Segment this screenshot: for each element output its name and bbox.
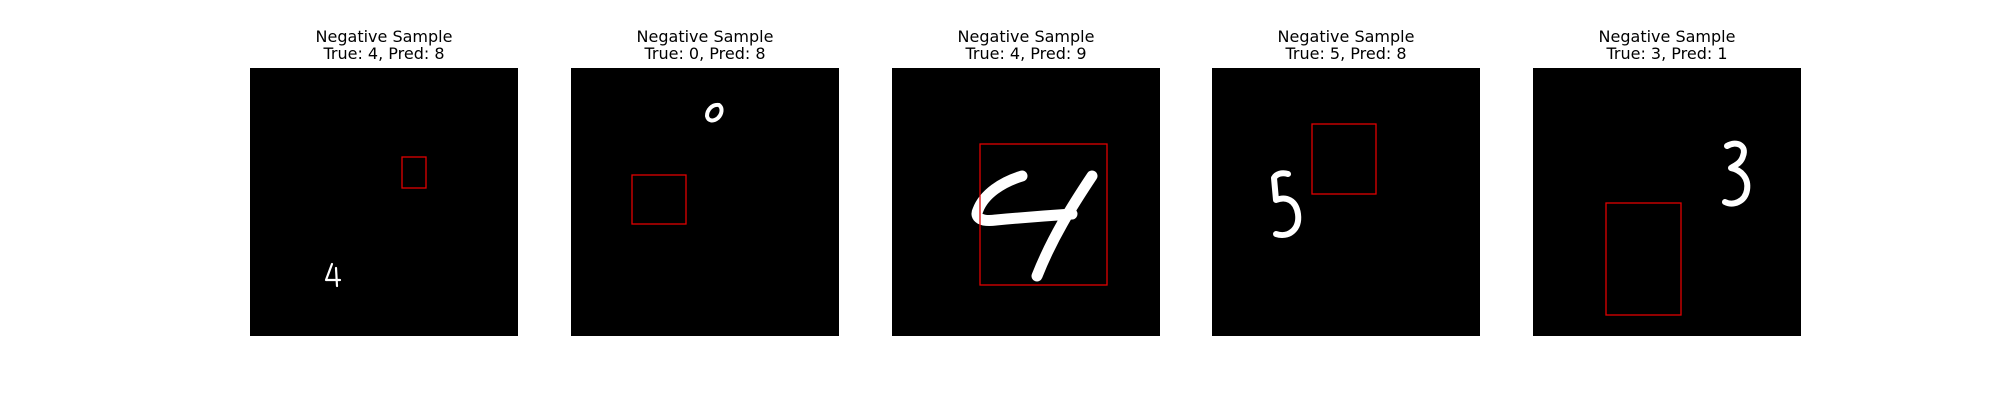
predicted-bounding-box	[1605, 202, 1682, 316]
digit-image	[892, 68, 1160, 336]
panel-title-line: Negative Sample	[1598, 27, 1736, 46]
predicted-bounding-box	[631, 174, 687, 225]
handwritten-digit-5	[1271, 170, 1302, 238]
sample-panel-3: Negative Sample True: 4, Pred: 9	[892, 0, 1160, 400]
panel-subtitle-line: True: 4, Pred: 8	[323, 44, 445, 63]
sample-panel-4: Negative Sample True: 5, Pred: 8	[1212, 0, 1480, 400]
digit-canvas	[971, 143, 1108, 286]
panel-title: Negative Sample True: 5, Pred: 8	[1172, 28, 1520, 62]
panel-title: Negative Sample True: 0, Pred: 8	[531, 28, 879, 62]
digit-canvas	[631, 102, 724, 225]
sample-panel-2: Negative Sample True: 0, Pred: 8	[571, 0, 839, 400]
handwritten-digit-4	[324, 262, 342, 288]
predicted-bounding-box	[401, 156, 427, 189]
digit-image	[250, 68, 518, 336]
digit-canvas	[1605, 140, 1751, 316]
panel-title: Negative Sample True: 4, Pred: 9	[852, 28, 1200, 62]
panel-title-line: Negative Sample	[1277, 27, 1415, 46]
digit-image	[1533, 68, 1801, 336]
digit-canvas	[1271, 123, 1377, 238]
panel-title: Negative Sample True: 3, Pred: 1	[1493, 28, 1841, 62]
panel-title-line: Negative Sample	[315, 27, 453, 46]
digit-image	[1212, 68, 1480, 336]
panel-subtitle-line: True: 0, Pred: 8	[644, 44, 766, 63]
panel-title: Negative Sample True: 4, Pred: 8	[210, 28, 558, 62]
handwritten-digit-3	[1722, 140, 1751, 207]
sample-panel-1: Negative Sample True: 4, Pred: 8	[250, 0, 518, 400]
predicted-bounding-box	[1311, 123, 1377, 195]
handwritten-digit-4	[971, 170, 1098, 282]
panel-title-line: Negative Sample	[636, 27, 774, 46]
digit-image	[571, 68, 839, 336]
panel-subtitle-line: True: 3, Pred: 1	[1606, 44, 1728, 63]
panel-subtitle-line: True: 4, Pred: 9	[965, 44, 1087, 63]
sample-panel-5: Negative Sample True: 3, Pred: 1	[1533, 0, 1801, 400]
handwritten-digit-0	[705, 102, 724, 123]
digit-canvas	[324, 156, 427, 288]
panel-subtitle-line: True: 5, Pred: 8	[1285, 44, 1407, 63]
panel-title-line: Negative Sample	[957, 27, 1095, 46]
